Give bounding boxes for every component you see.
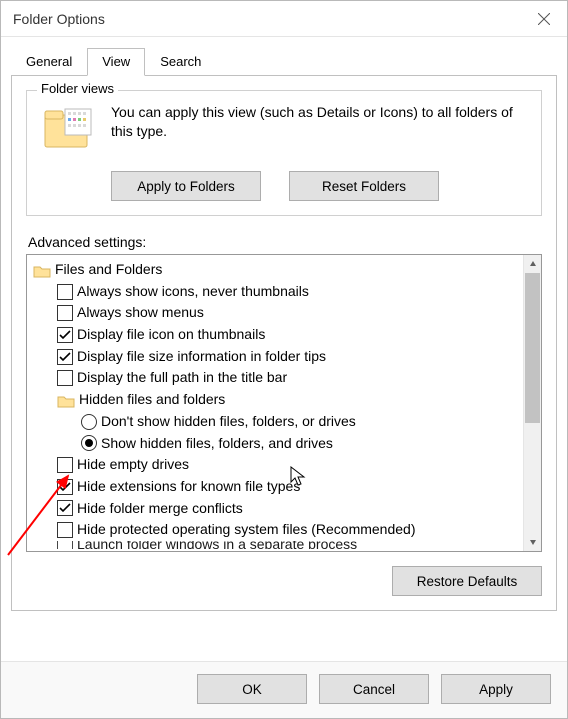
opt-display-size-tips[interactable]: Display file size information in folder …: [31, 346, 541, 368]
opt-show-hidden[interactable]: Show hidden files, folders, and drives: [31, 433, 541, 455]
tab-search[interactable]: Search: [145, 48, 216, 76]
tree-group-files-and-folders: Files and Folders: [31, 259, 541, 281]
window-title: Folder Options: [13, 11, 105, 27]
folder-icon: [33, 263, 51, 277]
checkbox-icon: [57, 305, 73, 321]
opt-dont-show-hidden[interactable]: Don't show hidden files, folders, or dri…: [31, 411, 541, 433]
scroll-up-button[interactable]: [524, 255, 541, 273]
option-label: Display file size information in folder …: [77, 346, 326, 368]
checkbox-icon: [57, 284, 73, 300]
checkbox-icon: [57, 541, 73, 549]
checkbox-icon: [57, 370, 73, 386]
option-label: Always show menus: [77, 302, 204, 324]
reset-folders-button[interactable]: Reset Folders: [289, 171, 439, 201]
dialog-footer: OK Cancel Apply: [1, 661, 567, 718]
apply-button[interactable]: Apply: [441, 674, 551, 704]
folder-views-group: Folder views You can apply this vie: [26, 90, 542, 216]
option-label: Hide extensions for known file types: [77, 476, 300, 498]
tab-panel-view: Folder views You can apply this vie: [11, 75, 557, 611]
tree-label: Hidden files and folders: [79, 389, 225, 411]
opt-hide-extensions[interactable]: Hide extensions for known file types: [31, 476, 541, 498]
scroll-thumb[interactable]: [525, 273, 540, 423]
opt-display-file-icon-thumb[interactable]: Display file icon on thumbnails: [31, 324, 541, 346]
opt-launch-separate-process[interactable]: Launch folder windows in a separate proc…: [31, 541, 541, 549]
checkbox-checked-icon: [57, 349, 73, 365]
ok-button[interactable]: OK: [197, 674, 307, 704]
opt-always-show-menus[interactable]: Always show menus: [31, 302, 541, 324]
radio-selected-icon: [81, 435, 97, 451]
folder-icon: [57, 393, 75, 407]
tab-view[interactable]: View: [87, 48, 145, 76]
tab-general[interactable]: General: [11, 48, 87, 76]
close-icon: [538, 13, 550, 25]
close-button[interactable]: [521, 2, 567, 36]
restore-defaults-button[interactable]: Restore Defaults: [392, 566, 542, 596]
option-label: Don't show hidden files, folders, or dri…: [101, 411, 356, 433]
checkbox-checked-icon: [57, 500, 73, 516]
option-label: Show hidden files, folders, and drives: [101, 433, 333, 455]
tree-group-hidden-files: Hidden files and folders: [31, 389, 541, 411]
scroll-down-button[interactable]: [524, 533, 541, 551]
opt-hide-protected-os-files[interactable]: Hide protected operating system files (R…: [31, 519, 541, 541]
opt-hide-merge-conflicts[interactable]: Hide folder merge conflicts: [31, 498, 541, 520]
advanced-settings-label: Advanced settings:: [28, 234, 542, 250]
scrollbar[interactable]: [523, 255, 541, 551]
option-label: Hide empty drives: [77, 454, 189, 476]
folder-views-icon: [41, 103, 97, 159]
tab-strip: General View Search: [1, 37, 567, 75]
opt-hide-empty-drives[interactable]: Hide empty drives: [31, 454, 541, 476]
radio-icon: [81, 414, 97, 430]
folder-options-window: Folder Options General View Search Folde…: [0, 0, 568, 719]
checkbox-icon: [57, 522, 73, 538]
option-label: Launch folder windows in a separate proc…: [77, 541, 357, 549]
option-label: Hide folder merge conflicts: [77, 498, 243, 520]
title-bar: Folder Options: [1, 1, 567, 37]
advanced-settings-list[interactable]: Files and Folders Always show icons, nev…: [26, 254, 542, 552]
apply-to-folders-button[interactable]: Apply to Folders: [111, 171, 261, 201]
option-label: Always show icons, never thumbnails: [77, 281, 309, 303]
checkbox-icon: [57, 457, 73, 473]
folder-views-desc: You can apply this view (such as Details…: [111, 103, 527, 141]
option-label: Display file icon on thumbnails: [77, 324, 265, 346]
opt-full-path-titlebar[interactable]: Display the full path in the title bar: [31, 367, 541, 389]
checkbox-checked-icon: [57, 327, 73, 343]
checkbox-checked-icon: [57, 479, 73, 495]
cancel-button[interactable]: Cancel: [319, 674, 429, 704]
folder-views-legend: Folder views: [37, 81, 118, 96]
option-label: Hide protected operating system files (R…: [77, 519, 416, 541]
option-label: Display the full path in the title bar: [77, 367, 287, 389]
opt-always-show-icons[interactable]: Always show icons, never thumbnails: [31, 281, 541, 303]
tree-label: Files and Folders: [55, 259, 162, 281]
